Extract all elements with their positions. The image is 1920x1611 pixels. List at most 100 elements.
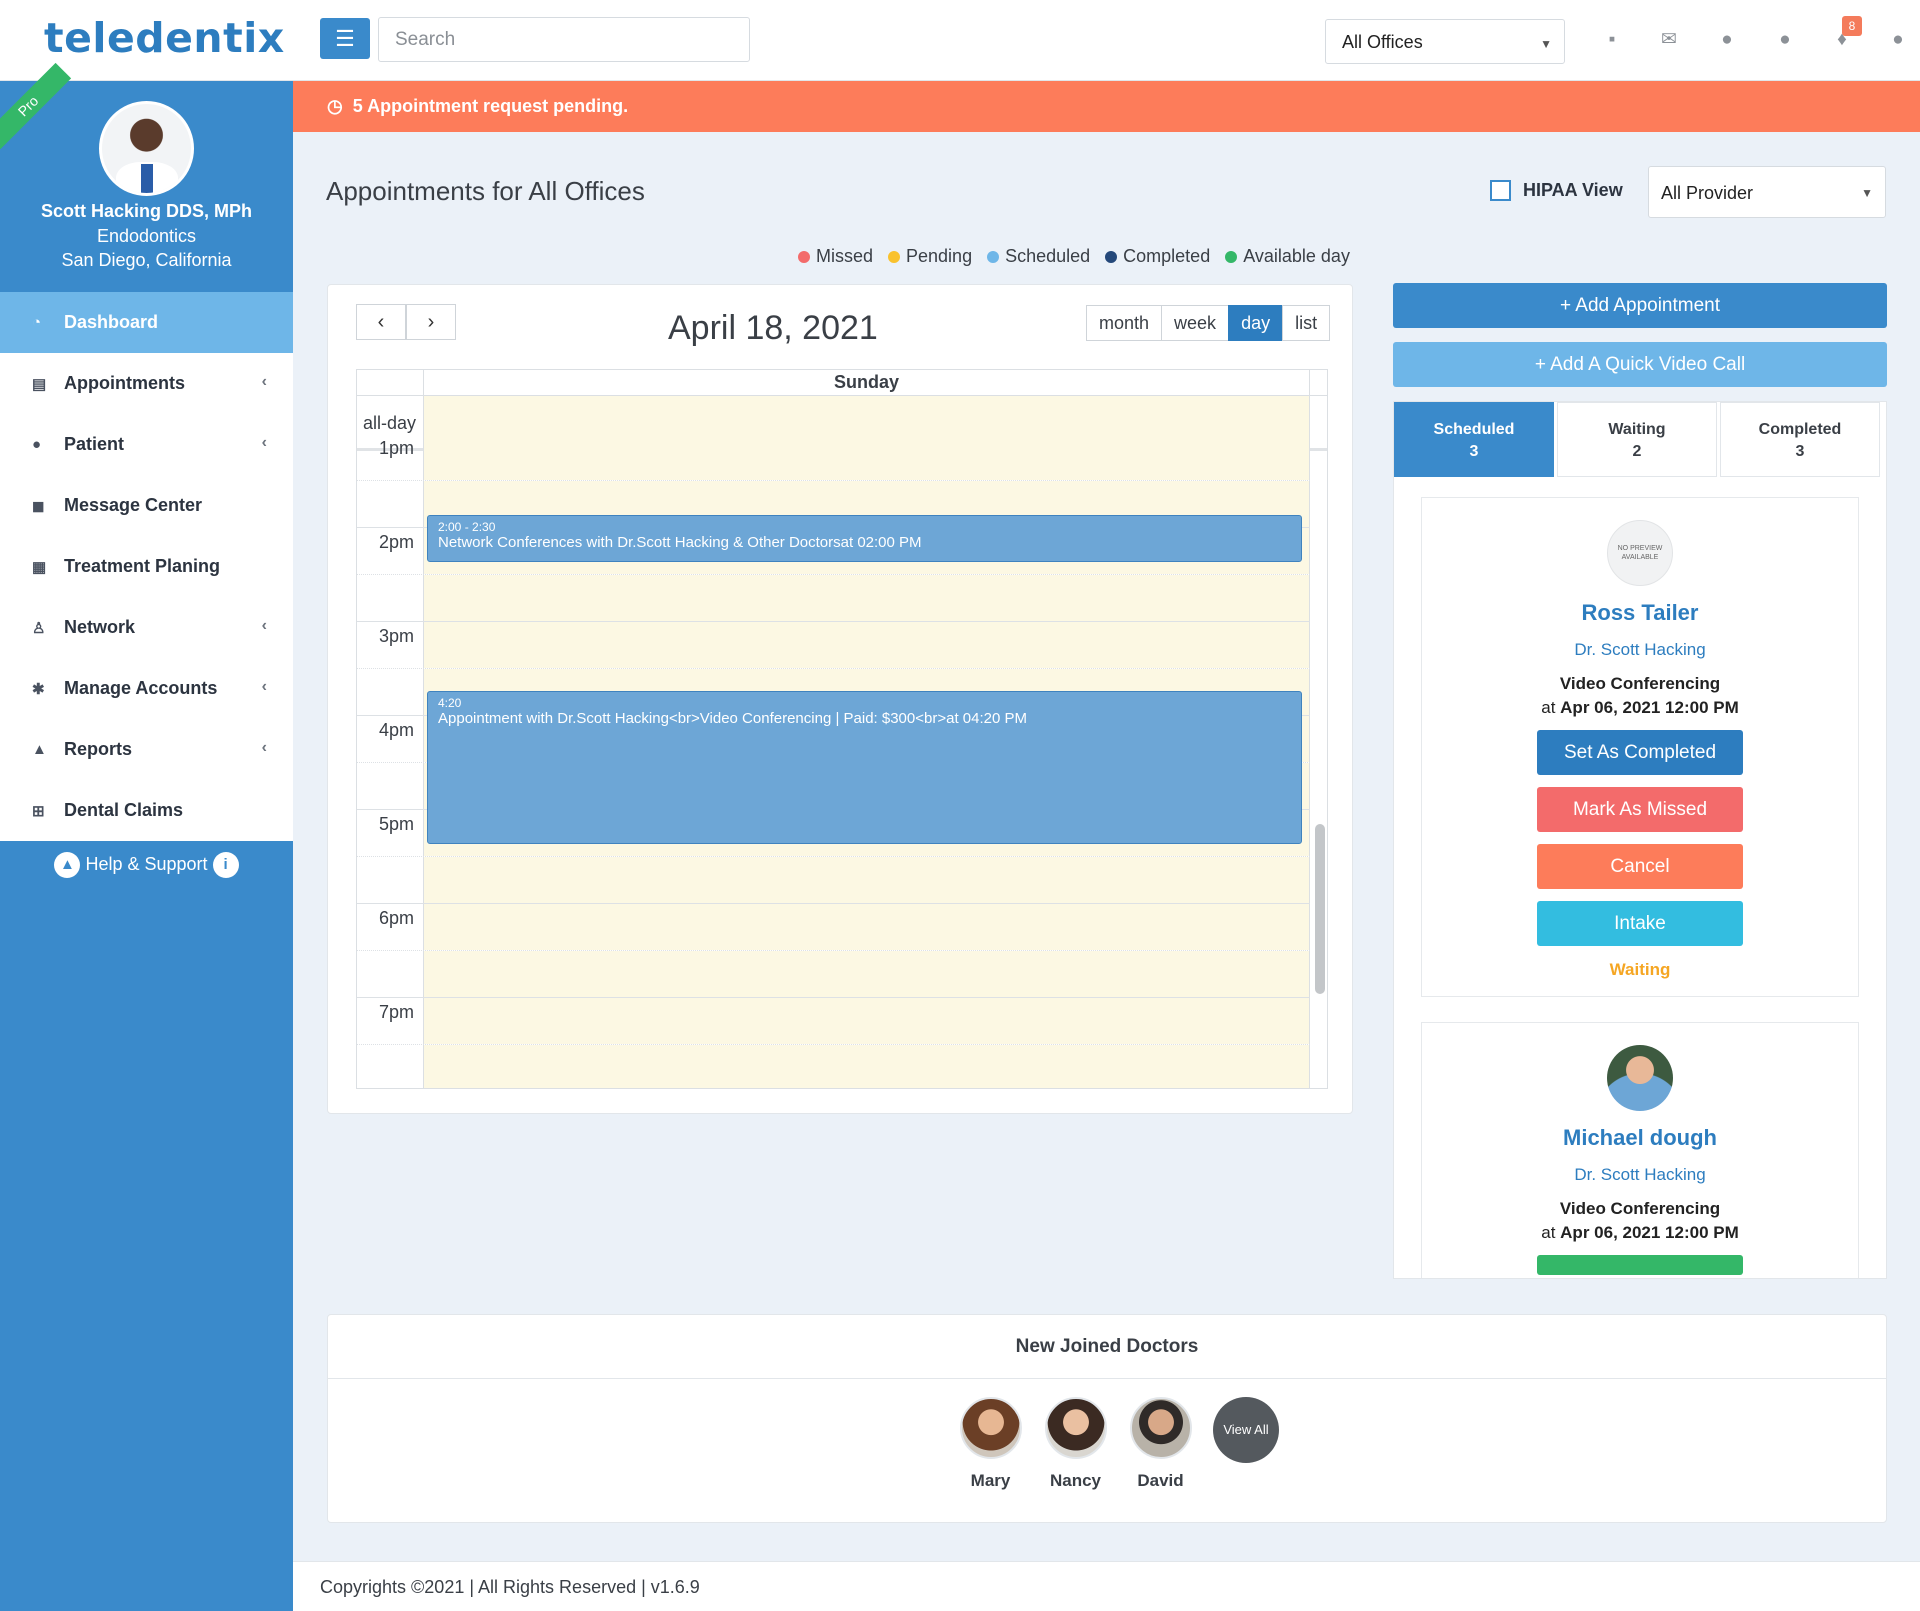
next-button[interactable]: ›	[406, 304, 456, 340]
prev-button[interactable]: ‹	[356, 304, 406, 340]
patient-doctor[interactable]: Dr. Scott Hacking	[1422, 640, 1858, 660]
menu-toggle-button[interactable]: ☰	[320, 18, 370, 59]
profile-name: Scott Hacking DDS, MPh	[40, 201, 253, 221]
tab-completed[interactable]: Completed 3	[1720, 402, 1880, 477]
appointment-time: at Apr 06, 2021 12:00 PM	[1541, 1223, 1739, 1242]
intake-button[interactable]: Intake	[1537, 901, 1743, 946]
time-slot-cell[interactable]	[423, 904, 1310, 950]
doctor-list: Mary Nancy David View All	[948, 1397, 1279, 1491]
add-video-call-button[interactable]: + Add A Quick Video Call	[1393, 342, 1887, 387]
tab-scheduled[interactable]: Scheduled 3	[1394, 402, 1554, 477]
doctor-item[interactable]: Nancy	[1033, 1397, 1118, 1491]
mail-icon[interactable]: ✉	[1657, 28, 1681, 52]
time-label: 5pm	[379, 814, 415, 834]
view-day-button[interactable]: day	[1228, 305, 1284, 341]
calendar-event[interactable]: 2:00 - 2:30 Network Conferences with Dr.S…	[427, 515, 1302, 562]
view-all-button[interactable]: View All	[1213, 1397, 1279, 1463]
status-tabs: Scheduled 3 Waiting 2 Completed 3	[1394, 402, 1886, 477]
mark-as-missed-button[interactable]: Mark As Missed	[1537, 787, 1743, 832]
view-month-button[interactable]: month	[1086, 305, 1163, 341]
legend-label: Scheduled	[1005, 246, 1091, 266]
dashboard-icon: ◔	[32, 314, 42, 331]
app-logo[interactable]: teledentix	[44, 14, 285, 62]
sidebar-item-dental-claims[interactable]: ⊞ Dental Claims	[0, 780, 293, 841]
time-slots: 1pm 2pm 3pm 4pm 5pm 6pm 7pm 2:00 - 2:30 Network …	[357, 434, 1327, 1088]
set-as-completed-button[interactable]: Set As Completed	[1537, 730, 1743, 775]
hipaa-toggle[interactable]: HIPAA View	[1490, 180, 1623, 201]
comments-icon[interactable]: ●	[1773, 28, 1797, 52]
treatment-icon: ▦	[32, 558, 47, 576]
alert-text: 5 Appointment request pending.	[352, 96, 629, 116]
hipaa-checkbox[interactable]	[1490, 180, 1511, 201]
avatar	[959, 1397, 1022, 1459]
sidebar-item-label: Dental Claims	[64, 800, 184, 820]
hipaa-label: HIPAA View	[1523, 180, 1623, 200]
search-input[interactable]	[378, 17, 750, 62]
help-support-link[interactable]: ▲ Help & Support i	[0, 852, 293, 878]
office-select[interactable]: All Offices ▼	[1325, 19, 1565, 64]
chevron-left-icon: ‹	[261, 617, 267, 634]
sidebar-item-patient[interactable]: ● Patient ‹	[0, 414, 293, 475]
event-time: 2:00 - 2:30	[438, 520, 496, 534]
avatar: NO PREVIEW AVAILABLE	[1607, 520, 1673, 586]
add-appointment-button[interactable]: + Add Appointment	[1393, 283, 1887, 328]
sidebar-item-network[interactable]: ♙ Network ‹	[0, 597, 293, 658]
sidebar-item-reports[interactable]: ▲ Reports ‹	[0, 719, 293, 780]
sidebar-item-label: Patient	[64, 434, 125, 454]
join-video-button[interactable]	[1537, 1255, 1743, 1275]
time-slot-cell[interactable]	[423, 1045, 1310, 1088]
legend-dot	[1105, 250, 1118, 263]
doctor-item[interactable]: Mary	[948, 1397, 1033, 1491]
doctor-item[interactable]: David	[1118, 1397, 1203, 1491]
chat-icon[interactable]: ●	[1715, 28, 1739, 52]
time-label: 6pm	[379, 908, 415, 928]
legend-dot	[798, 250, 810, 263]
sidebar-item-message-center[interactable]: ◼ Message Center	[0, 475, 293, 536]
sidebar-item-treatment-planing[interactable]: ▦ Treatment Planing	[0, 536, 293, 597]
patient-name[interactable]: Ross Tailer	[1422, 600, 1858, 626]
time-slot-cell[interactable]	[423, 857, 1310, 903]
patient-name[interactable]: Michael dough	[1422, 1125, 1858, 1151]
bell-icon[interactable]: ♦ 8	[1830, 16, 1862, 52]
sidebar-nav: ◔ Dashboard ▤ Appointments ‹ ● Patient ‹ ◼ Messag…	[0, 292, 293, 841]
legend-label: Available day	[1243, 246, 1350, 266]
top-bar: teledentix ☰ All Offices ▼ ▪ ✉ ● ● ♦8 ●	[0, 0, 1920, 81]
legend-dot	[987, 250, 1000, 263]
page-title: Appointments for All Offices	[326, 176, 645, 206]
sidebar-item-appointments[interactable]: ▤ Appointments ‹	[0, 353, 293, 414]
view-week-button[interactable]: week	[1161, 305, 1230, 341]
time-slot-cell[interactable]	[423, 575, 1310, 621]
view-switcher: month week day list	[1086, 305, 1331, 341]
legend-item: Completed	[1105, 246, 1210, 267]
time-slot-cell[interactable]	[423, 998, 1310, 1044]
note-icon[interactable]: ▪	[1600, 28, 1624, 52]
avatar[interactable]	[99, 101, 194, 196]
time-slot	[357, 1045, 1310, 1088]
sidebar-item-dashboard[interactable]: ◔ Dashboard	[0, 292, 293, 353]
help-label: Help & Support	[85, 853, 208, 874]
sidebar-item-label: Dashboard	[64, 312, 159, 332]
avatar	[1129, 1397, 1192, 1459]
tab-count: 3	[1795, 443, 1805, 460]
chart-icon: ▲	[32, 741, 47, 758]
grid-header: Sunday	[357, 370, 1327, 396]
calendar-card: ‹ › April 18, 2021 month week day list Sund…	[327, 284, 1353, 1114]
view-list-button[interactable]: list	[1282, 305, 1331, 341]
time-slot-cell[interactable]	[423, 622, 1310, 668]
appointment-type: Video Conferencing	[1559, 1199, 1721, 1218]
user-icon[interactable]: ●	[1886, 28, 1910, 52]
appointment-time: at Apr 06, 2021 12:00 PM	[1541, 698, 1739, 717]
scrollbar[interactable]	[1315, 824, 1325, 994]
sidebar-item-manage-accounts[interactable]: ✱ Manage Accounts ‹	[0, 658, 293, 719]
calendar-event[interactable]: 4:20 Appointment with Dr.Scott Hacking<br…	[427, 691, 1302, 844]
provider-select[interactable]: All Provider ▼	[1648, 166, 1886, 218]
cancel-button[interactable]: Cancel	[1537, 844, 1743, 889]
plus-square-icon: ⊞	[32, 802, 45, 820]
patient-doctor[interactable]: Dr. Scott Hacking	[1422, 1165, 1858, 1185]
tab-waiting[interactable]: Waiting 2	[1557, 402, 1717, 477]
time-slot-cell[interactable]	[423, 951, 1310, 997]
patient-icon: ●	[32, 436, 42, 453]
chevron-left-icon: ‹	[377, 310, 385, 333]
sidebar-item-label: Reports	[64, 739, 133, 759]
time-slot-cell[interactable]	[423, 434, 1310, 480]
